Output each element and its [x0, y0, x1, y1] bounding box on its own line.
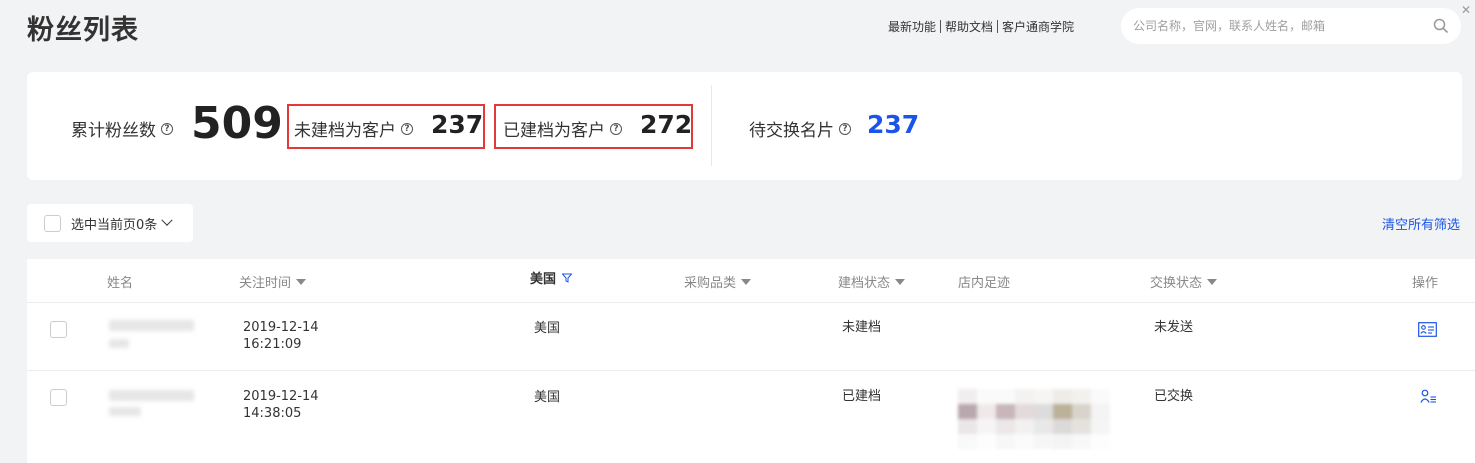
- select-page-checkbox[interactable]: [44, 214, 61, 232]
- filed-label: 已建档为客户 ?: [503, 116, 622, 141]
- search-input[interactable]: [1133, 19, 1433, 33]
- stats-panel: 累计粉丝数 ? 509 未建档为客户 ? 237 已建档为客户 ? 272 待交…: [27, 72, 1462, 180]
- unfiled-label-text: 未建档为客户: [294, 121, 396, 141]
- link-separator: [940, 20, 942, 33]
- user-list-icon[interactable]: [1420, 389, 1437, 404]
- link-business-school[interactable]: 客户通商学院: [1002, 18, 1074, 35]
- select-page-label: 选中当前页0条: [71, 217, 158, 233]
- row-checkbox[interactable]: [50, 321, 67, 338]
- table-divider: [27, 302, 1475, 303]
- pending-value[interactable]: 237: [867, 110, 919, 139]
- column-header-footprint-text: 店内足迹: [958, 276, 1011, 291]
- link-separator: [997, 20, 999, 33]
- redacted-name: [109, 320, 194, 331]
- table-divider: [27, 370, 1475, 371]
- column-header-name-text: 姓名: [107, 276, 134, 291]
- link-help-docs[interactable]: 帮助文档: [945, 18, 993, 35]
- column-header-file-status[interactable]: 建档状态: [838, 272, 906, 291]
- sort-triangle-icon[interactable]: [296, 278, 307, 285]
- sort-triangle-icon[interactable]: [895, 278, 906, 285]
- column-header-exchange-status-text: 交换状态: [1150, 276, 1203, 291]
- follow-date: 2019-12-14: [243, 389, 319, 404]
- follow-date: 2019-12-14: [243, 320, 319, 335]
- row-checkbox[interactable]: [50, 389, 67, 406]
- column-header-category[interactable]: 采购品类: [684, 272, 752, 291]
- filed-value: 272: [640, 110, 693, 139]
- help-icon[interactable]: ?: [161, 122, 173, 135]
- column-header-file-status-text: 建档状态: [838, 276, 891, 291]
- filter-icon[interactable]: [562, 273, 573, 283]
- link-new-features[interactable]: 最新功能: [888, 18, 936, 35]
- file-status-cell: 已建档: [842, 389, 882, 404]
- unfiled-value: 237: [431, 110, 484, 139]
- top-links: 最新功能 帮助文档 客户通商学院: [888, 18, 1074, 35]
- unfiled-label: 未建档为客户 ?: [294, 116, 413, 141]
- exchange-status-cell: 已交换: [1154, 389, 1194, 404]
- column-header-follow-time[interactable]: 关注时间: [239, 272, 307, 291]
- help-icon[interactable]: ?: [839, 122, 851, 135]
- redacted-name: [109, 407, 141, 416]
- follow-time: 14:38:05: [243, 406, 302, 421]
- total-fans-value: 509: [191, 98, 283, 149]
- column-header-footprint: 店内足迹: [958, 272, 1010, 291]
- help-icon[interactable]: ?: [610, 122, 622, 135]
- close-icon[interactable]: ✕: [1461, 3, 1471, 17]
- total-fans-label-text: 累计粉丝数: [71, 121, 156, 141]
- column-header-actions: 操作: [1412, 272, 1438, 291]
- search-icon[interactable]: [1433, 18, 1449, 34]
- column-header-exchange-status[interactable]: 交换状态: [1150, 272, 1218, 291]
- column-header-actions-text: 操作: [1412, 276, 1439, 291]
- exchange-status-cell: 未发送: [1154, 320, 1194, 335]
- pending-label-text: 待交换名片: [749, 121, 834, 141]
- file-status-cell: 未建档: [842, 320, 882, 335]
- page-title: 粉丝列表: [27, 15, 139, 46]
- sort-triangle-icon[interactable]: [741, 278, 752, 285]
- redacted-name: [109, 390, 194, 401]
- chevron-down-icon: [161, 214, 173, 226]
- column-header-country-text: 美国: [530, 272, 557, 287]
- clear-filters-link[interactable]: 清空所有筛选: [1382, 214, 1460, 233]
- column-header-country[interactable]: 美国: [530, 268, 573, 287]
- total-fans-label: 累计粉丝数 ?: [71, 116, 173, 141]
- redacted-name: [109, 339, 129, 348]
- column-header-follow-time-text: 关注时间: [239, 276, 292, 291]
- column-header-name: 姓名: [107, 272, 133, 291]
- country-cell: 美国: [534, 390, 561, 405]
- stats-divider: [711, 85, 712, 166]
- search-box[interactable]: [1121, 8, 1461, 44]
- fans-table: 姓名 关注时间 美国 采购品类 建档状态 店内足迹 交换状态 操作 2019-1…: [27, 259, 1475, 463]
- help-icon[interactable]: ?: [401, 122, 413, 135]
- redacted-footprint-image: [958, 389, 1110, 449]
- country-cell: 美国: [534, 321, 561, 336]
- select-current-page-dropdown[interactable]: 选中当前页0条: [27, 204, 193, 242]
- contact-card-icon[interactable]: [1418, 322, 1437, 337]
- sort-triangle-icon[interactable]: [1207, 278, 1218, 285]
- column-header-category-text: 采购品类: [684, 276, 737, 291]
- follow-time: 16:21:09: [243, 337, 302, 352]
- filed-label-text: 已建档为客户: [503, 121, 605, 141]
- pending-label: 待交换名片 ?: [749, 116, 851, 141]
